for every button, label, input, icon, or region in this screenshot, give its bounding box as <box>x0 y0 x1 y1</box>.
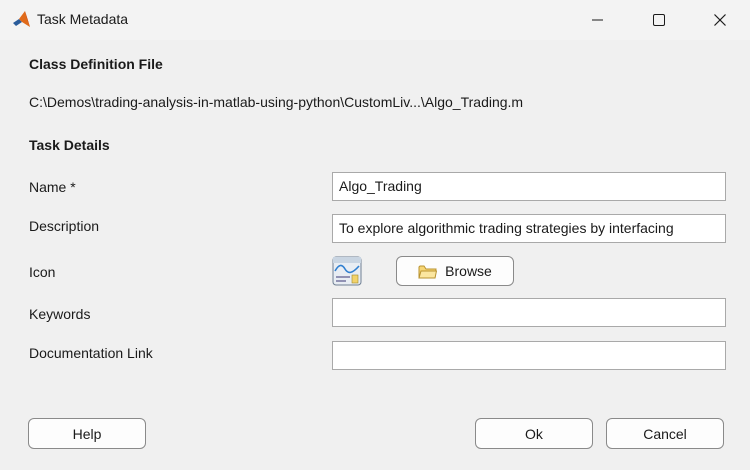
window-title: Task Metadata <box>37 11 129 27</box>
close-button[interactable] <box>690 0 750 40</box>
documentation-link-label: Documentation Link <box>29 345 153 361</box>
description-field[interactable]: To explore algorithmic trading strategie… <box>332 214 726 243</box>
maximize-icon <box>653 14 665 26</box>
minimize-icon <box>592 19 603 21</box>
title-bar: Task Metadata <box>0 0 750 40</box>
chart-document-icon <box>332 256 362 286</box>
folder-icon <box>418 265 438 278</box>
name-field[interactable]: Algo_Trading <box>332 172 726 201</box>
keywords-label: Keywords <box>29 306 91 322</box>
browse-button[interactable]: Browse <box>396 256 514 286</box>
icon-label: Icon <box>29 264 56 280</box>
browse-button-label: Browse <box>445 263 492 279</box>
task-details-heading: Task Details <box>29 137 110 153</box>
ok-button[interactable]: Ok <box>475 418 593 449</box>
minimize-button[interactable] <box>568 0 628 40</box>
class-definition-heading: Class Definition File <box>29 56 163 72</box>
close-icon <box>714 14 726 26</box>
description-label: Description <box>29 218 100 234</box>
name-label: Name * <box>29 179 76 195</box>
maximize-button[interactable] <box>629 0 689 40</box>
cancel-button[interactable]: Cancel <box>606 418 724 449</box>
class-definition-path: C:\Demos\trading-analysis-in-matlab-usin… <box>29 94 524 110</box>
keywords-field[interactable] <box>332 298 726 327</box>
help-button[interactable]: Help <box>28 418 146 449</box>
matlab-icon <box>13 11 30 27</box>
documentation-link-field[interactable] <box>332 341 726 370</box>
task-metadata-dialog: Task Metadata Class Definition File C:\D… <box>0 0 750 470</box>
